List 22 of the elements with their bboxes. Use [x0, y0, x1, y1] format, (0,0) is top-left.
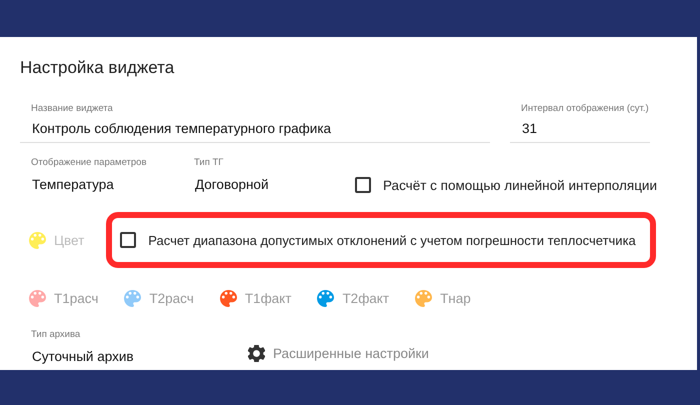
- settings-icon: [248, 345, 265, 362]
- select-field[interactable]: Суточный архив: [20, 341, 134, 368]
- checkbox[interactable]: [355, 177, 371, 193]
- field-label: Отображение параметров: [31, 157, 146, 169]
- select-field[interactable]: Договорной: [183, 169, 268, 196]
- field-label: Тип ТГ: [194, 157, 224, 169]
- checkbox-label: Расчет диапазона допустимых отклонений с учетом погрешности теплосчетчика: [148, 232, 636, 248]
- color-label[interactable]: T2расч: [149, 291, 194, 306]
- field-label: Название виджета: [31, 103, 113, 115]
- input-field[interactable]: 31: [510, 115, 650, 143]
- field-label: Тип архива: [31, 329, 80, 341]
- color-label[interactable]: T1факт: [244, 291, 292, 306]
- checkbox[interactable]: [120, 232, 136, 248]
- field-label: Интервал отображения (сут.): [521, 103, 649, 115]
- advanced-settings-link[interactable]: Расширенные настройки: [273, 346, 429, 361]
- color-label[interactable]: T2факт: [342, 291, 390, 306]
- color-label[interactable]: T1расч: [54, 291, 98, 306]
- input-field[interactable]: Контроль соблюдения температурного графика: [20, 115, 490, 143]
- select-field[interactable]: Температура: [20, 169, 114, 196]
- color-label[interactable]: Tнар: [440, 291, 471, 306]
- checkbox-label: Расчёт с помощью линейной интерполяции: [383, 178, 658, 192]
- dialog-title: Настройка виджета: [20, 57, 174, 79]
